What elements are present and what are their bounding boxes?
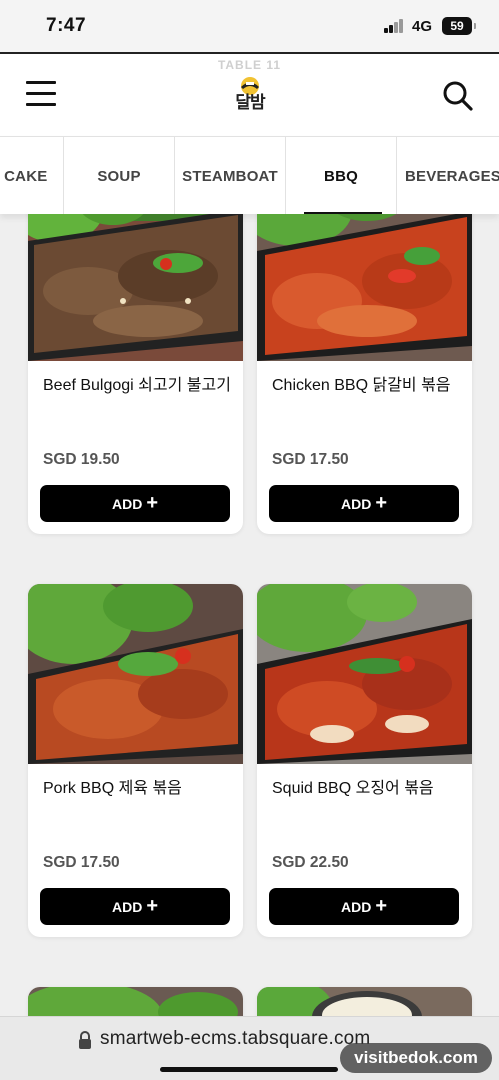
signal-icon	[384, 19, 404, 33]
network-label: 4G	[412, 18, 433, 35]
tab-soup[interactable]: SOUP	[64, 137, 175, 214]
plus-icon: +	[375, 894, 388, 917]
add-label: ADD	[340, 898, 372, 915]
item-name: Chicken BBQ 닭갈비 볶음	[272, 377, 451, 394]
item-name: Pork BBQ 제육 볶음	[43, 780, 182, 797]
home-indicator[interactable]	[160, 1067, 338, 1072]
add-label: ADD	[111, 898, 143, 915]
add-to-cart-button[interactable]: ADD +	[269, 888, 459, 925]
tab-label: BBQ	[324, 167, 358, 185]
menu-item-card[interactable]: Beef Bulgogi 쇠고기 불고기 SGD 19.50 ADD +	[28, 214, 243, 534]
menu-item-card[interactable]: Squid BBQ 오징어 볶음 SGD 22.50 ADD +	[257, 584, 472, 937]
lock-icon	[78, 1031, 92, 1049]
item-price: SGD 17.50	[43, 854, 120, 871]
tab-label: STEAMBOAT	[182, 167, 278, 185]
watermark: visitbedok.com	[340, 1043, 492, 1073]
add-to-cart-button[interactable]: ADD +	[40, 888, 230, 925]
food-photo	[28, 987, 243, 1016]
menu-item-card[interactable]: Chicken BBQ 닭갈비 볶음 SGD 17.50 ADD +	[257, 214, 472, 534]
food-photo	[257, 214, 472, 361]
add-to-cart-button[interactable]: ADD +	[269, 485, 459, 522]
status-bar: 7:47 4G 59	[0, 0, 499, 54]
item-price: SGD 19.50	[43, 451, 120, 468]
food-photo	[257, 987, 472, 1016]
food-photo	[28, 214, 243, 361]
tab-label: BEVERAGES	[405, 167, 499, 185]
food-photo	[28, 584, 243, 764]
battery-level: 59	[450, 19, 464, 33]
restaurant-logo[interactable]: 달밤	[226, 74, 274, 118]
food-photo	[257, 584, 472, 764]
url-text[interactable]: smartweb-ecms.tabsquare.com	[100, 1028, 370, 1050]
item-name: Squid BBQ 오징어 볶음	[272, 780, 434, 797]
plus-icon: +	[146, 491, 159, 514]
add-label: ADD	[111, 495, 143, 512]
logo-wordmark: 달밤	[235, 93, 265, 112]
tab-beverages[interactable]: BEVERAGES	[397, 137, 499, 214]
battery-icon: 59	[442, 17, 476, 35]
hamburger-menu-icon[interactable]	[26, 78, 58, 110]
tab-bbq[interactable]: BBQ	[286, 137, 397, 214]
plus-icon: +	[146, 894, 159, 917]
menu-grid: Beef Bulgogi 쇠고기 불고기 SGD 19.50 ADD + Chi…	[0, 214, 499, 1016]
tab-label: SOUP	[97, 167, 141, 185]
tab-label: E CAKE	[0, 167, 48, 185]
status-time: 7:47	[46, 15, 87, 36]
menu-item-card[interactable]	[257, 987, 472, 1016]
item-price: SGD 22.50	[272, 854, 349, 871]
plus-icon: +	[375, 491, 388, 514]
add-label: ADD	[340, 495, 372, 512]
menu-item-card[interactable]	[28, 987, 243, 1016]
category-tabs: E CAKE SOUP STEAMBOAT BBQ BEVERAGES	[0, 136, 499, 214]
tab-cake[interactable]: E CAKE	[0, 137, 64, 214]
app-header: TABLE 11 달밤	[0, 54, 499, 136]
item-price: SGD 17.50	[272, 451, 349, 468]
tab-steamboat[interactable]: STEAMBOAT	[175, 137, 286, 214]
search-icon[interactable]	[442, 80, 474, 112]
item-name: Beef Bulgogi 쇠고기 불고기	[43, 377, 231, 394]
table-label: TABLE 11	[217, 58, 282, 72]
menu-item-card[interactable]: Pork BBQ 제육 볶음 SGD 17.50 ADD +	[28, 584, 243, 937]
add-to-cart-button[interactable]: ADD +	[40, 485, 230, 522]
